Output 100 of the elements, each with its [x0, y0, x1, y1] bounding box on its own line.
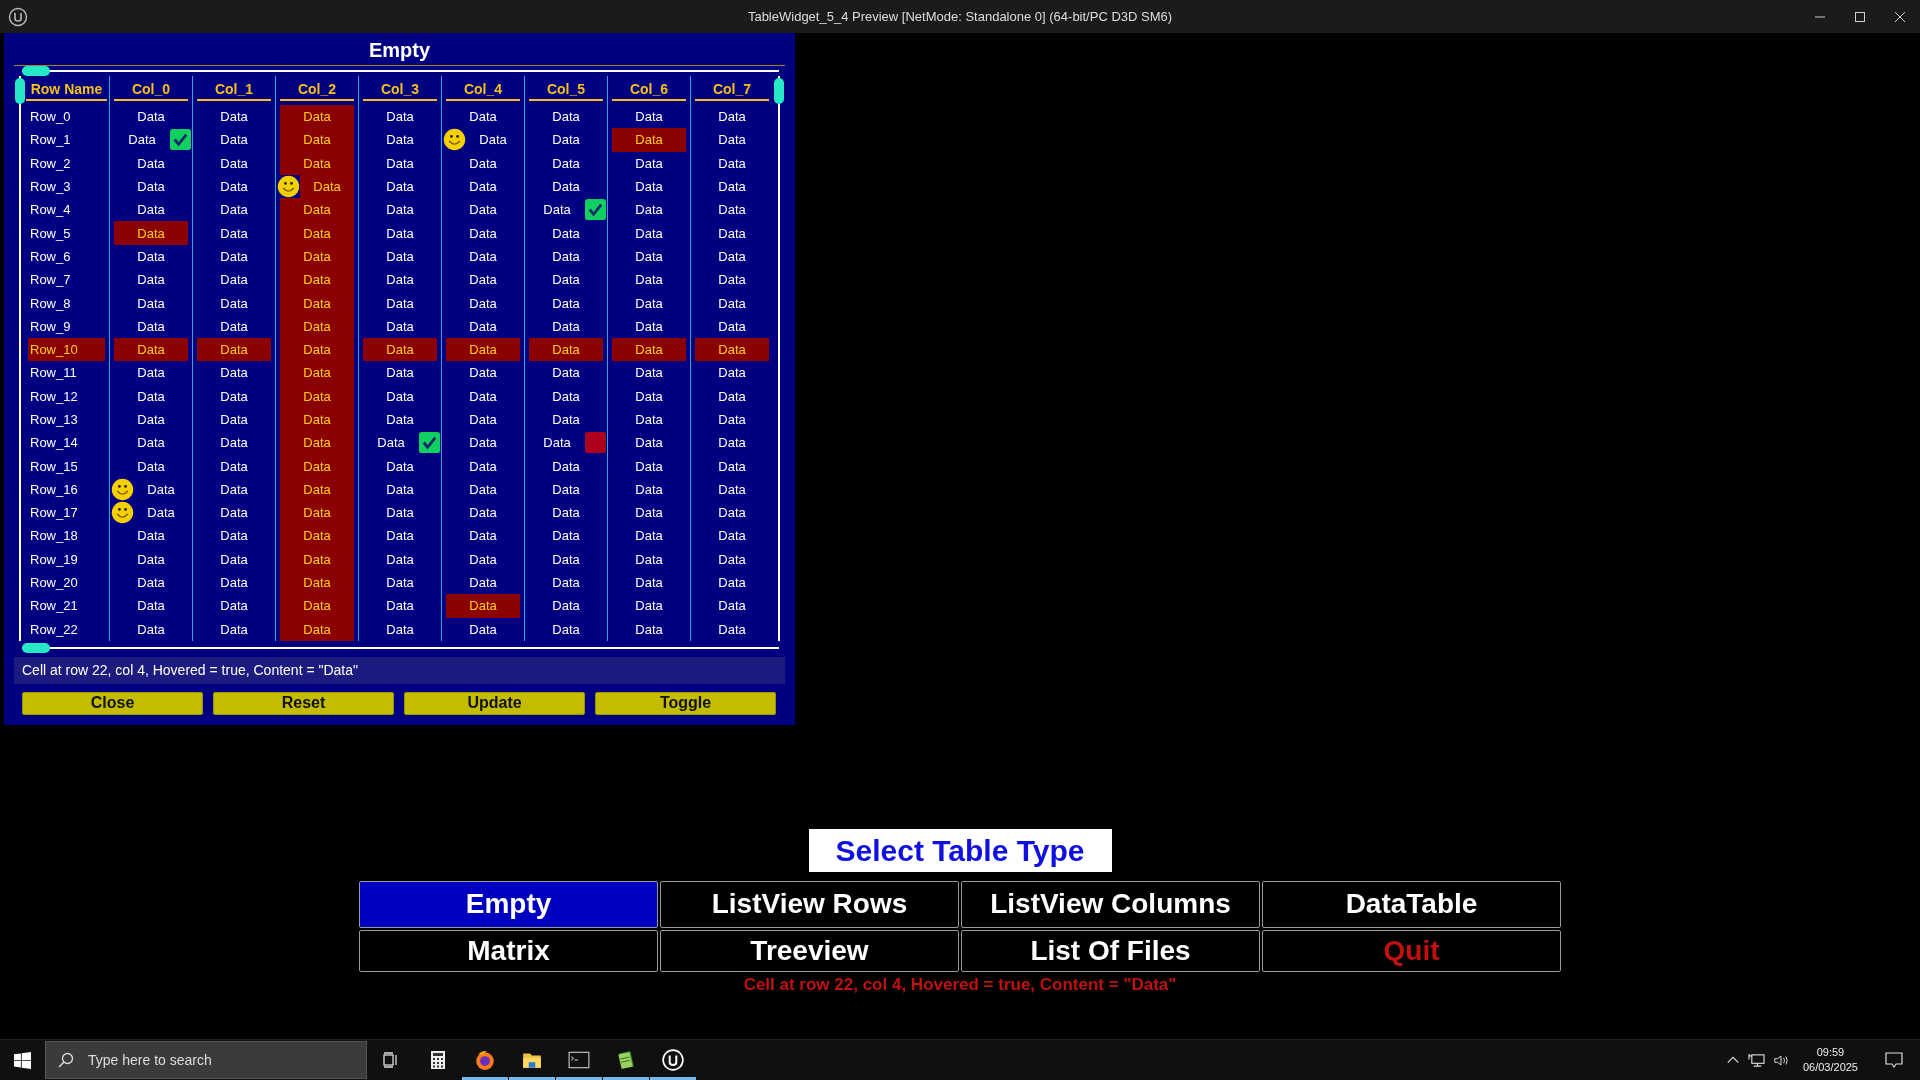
table-cell[interactable]: Data [529, 291, 603, 315]
table-cell[interactable]: Data [280, 547, 354, 571]
table-cell[interactable]: Data [363, 128, 437, 152]
table-cell[interactable]: Data [280, 361, 354, 385]
table-cell[interactable]: Data [114, 198, 188, 222]
table-cell[interactable]: Data [529, 547, 603, 571]
table-cell[interactable]: Data [446, 151, 520, 175]
table-cell[interactable]: Data [529, 454, 603, 478]
column-header[interactable]: Col_1 [197, 80, 271, 101]
row-name-cell[interactable]: Row_6 [28, 244, 105, 269]
panel-button[interactable]: Toggle [595, 691, 776, 715]
panel-button[interactable]: Close [22, 691, 203, 715]
table-cell[interactable]: Data [446, 617, 520, 641]
table-cell[interactable]: Data [612, 291, 686, 315]
table-cell[interactable]: Data [612, 174, 686, 199]
table-type-button[interactable]: List Of Files [961, 929, 1260, 972]
table-cell[interactable]: Data [612, 570, 686, 595]
table-cell[interactable]: Data [280, 221, 354, 245]
row-name-cell[interactable]: Row_0 [28, 105, 105, 129]
column-header[interactable]: Col_2 [280, 80, 354, 101]
row-name-cell[interactable]: Row_12 [28, 384, 105, 408]
table-cell[interactable]: Data [529, 431, 585, 455]
table-cell[interactable]: Data [114, 361, 188, 385]
row-name-cell[interactable]: Row_1 [28, 128, 105, 152]
table-cell[interactable]: Data [446, 244, 520, 269]
table-cell[interactable]: Data [197, 244, 271, 269]
table-cell[interactable]: Data [612, 105, 686, 129]
table-cell[interactable]: Data [612, 454, 686, 478]
table-cell[interactable]: Data [529, 501, 603, 525]
table-cell[interactable]: Data [114, 384, 188, 408]
table-type-button[interactable]: ListView Columns [961, 880, 1260, 928]
table-cell[interactable]: Data [363, 244, 437, 269]
table-cell[interactable]: Data [612, 198, 686, 222]
search-field[interactable]: Type here to search [86, 1051, 330, 1069]
table-cell[interactable]: Data [529, 617, 603, 641]
row-name-cell[interactable]: Row_20 [28, 570, 105, 595]
table-cell[interactable]: Data [114, 221, 188, 245]
table-cell[interactable]: Data [695, 337, 769, 362]
table-cell[interactable]: Data [280, 105, 354, 129]
smiley-icon[interactable] [277, 175, 300, 199]
table-cell[interactable]: Data [529, 268, 603, 292]
table-cell[interactable]: Data [612, 337, 686, 362]
table-cell[interactable]: Data [446, 337, 520, 362]
column-header[interactable]: Row Name [26, 80, 107, 101]
table-cell[interactable]: Data [363, 221, 437, 245]
table-cell[interactable]: Data [612, 221, 686, 245]
table-cell[interactable]: Data [280, 570, 354, 595]
table-cell[interactable]: Data [612, 128, 686, 152]
search-box[interactable]: Type here to search [45, 1041, 367, 1079]
table-cell[interactable]: Data [197, 361, 271, 385]
table-cell[interactable]: Data [612, 501, 686, 525]
table-cell[interactable]: Data [529, 594, 603, 618]
table-cell[interactable]: Data [114, 547, 188, 571]
table-cell[interactable]: Data [446, 291, 520, 315]
table-cell[interactable]: Data [695, 407, 769, 432]
table-cell[interactable]: Data [134, 477, 188, 502]
table-cell[interactable]: Data [114, 570, 188, 595]
column-header[interactable]: Col_4 [446, 80, 520, 101]
column-header[interactable]: Col_7 [695, 80, 769, 101]
column-header[interactable]: Col_6 [612, 80, 686, 101]
table-cell[interactable]: Data [280, 291, 354, 315]
checkbox[interactable] [419, 432, 440, 454]
table-cell[interactable]: Data [197, 268, 271, 292]
table-cell[interactable]: Data [695, 454, 769, 478]
table-cell[interactable]: Data [695, 151, 769, 175]
table-cell[interactable]: Data [114, 431, 188, 455]
table-cell[interactable]: Data [280, 198, 354, 222]
row-name-cell[interactable]: Row_7 [28, 268, 105, 292]
table-cell[interactable]: Data [446, 524, 520, 548]
table-cell[interactable]: Data [114, 617, 188, 641]
clock-date[interactable]: 06/03/2025 [1802, 1060, 1858, 1075]
table-cell[interactable]: Data [612, 268, 686, 292]
table-cell[interactable]: Data [197, 384, 271, 408]
table-cell[interactable]: Data [695, 314, 769, 338]
table-type-button[interactable]: ListView Rows [660, 880, 959, 928]
row-name-cell[interactable]: Row_18 [28, 524, 105, 548]
table-cell[interactable]: Data [695, 244, 769, 269]
table-cell[interactable]: Data [446, 221, 520, 245]
table-cell[interactable]: Data [363, 291, 437, 315]
table-cell[interactable]: Data [695, 174, 769, 199]
row-name-cell[interactable]: Row_10 [28, 337, 105, 362]
row-name-cell[interactable]: Row_14 [28, 431, 105, 455]
table-cell[interactable]: Data [612, 384, 686, 408]
row-name-cell[interactable]: Row_13 [28, 407, 105, 432]
smiley-icon[interactable] [111, 501, 134, 525]
table-cell[interactable]: Data [280, 524, 354, 548]
table-cell[interactable]: Data [446, 407, 520, 432]
table-cell[interactable]: Data [363, 431, 419, 455]
table-cell[interactable]: Data [612, 361, 686, 385]
table-cell[interactable]: Data [446, 384, 520, 408]
table-cell[interactable]: Data [280, 477, 354, 502]
table-cell[interactable]: Data [114, 524, 188, 548]
table-cell[interactable]: Data [612, 547, 686, 571]
checkbox[interactable] [585, 432, 606, 454]
table-cell[interactable]: Data [363, 477, 437, 502]
table-cell[interactable]: Data [695, 501, 769, 525]
table-cell[interactable]: Data [612, 407, 686, 432]
table-cell[interactable]: Data [114, 268, 188, 292]
row-name-cell[interactable]: Row_22 [28, 617, 105, 641]
table-cell[interactable]: Data [695, 384, 769, 408]
